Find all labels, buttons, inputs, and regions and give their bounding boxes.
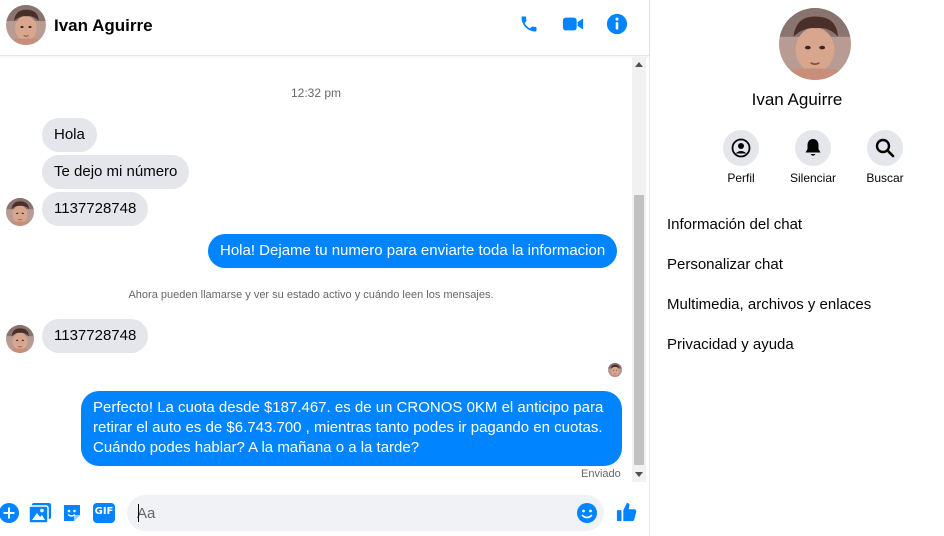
bell-icon (795, 130, 831, 166)
read-receipt-avatar (608, 363, 622, 377)
gif-icon[interactable]: GIF (93, 502, 115, 524)
chat-header: Ivan Aguirre (0, 0, 649, 56)
search-label: Buscar (866, 171, 904, 185)
profile-label: Perfil (727, 171, 755, 185)
incoming-message[interactable]: Te dejo mi número (42, 155, 190, 189)
search-icon (867, 130, 903, 166)
info-icon[interactable] (605, 12, 629, 36)
video-camera-icon[interactable] (561, 12, 585, 36)
info-contact-name: Ivan Aguirre (751, 90, 843, 109)
menu-chat-info[interactable]: Información del chat (667, 216, 802, 233)
message-input[interactable] (137, 495, 567, 531)
composer: GIF (0, 490, 649, 536)
message-line: Cuándo podes hablar? A la mañana o a la … (93, 439, 420, 456)
message-line: retirar el auto es de $6.743.700 , mient… (93, 419, 603, 436)
emoji-icon[interactable] (576, 502, 598, 524)
contact-avatar[interactable] (6, 5, 46, 45)
mute-label: Silenciar (789, 171, 837, 185)
thumbs-up-icon[interactable] (616, 501, 638, 523)
sent-status: Enviado (581, 468, 621, 480)
message-input-box[interactable] (127, 495, 604, 531)
message-timestamp: 12:32 pm (290, 86, 342, 100)
mute-button[interactable]: Silenciar (777, 130, 849, 185)
scroll-down-arrow[interactable] (632, 468, 646, 482)
text-caret (138, 504, 139, 522)
search-button[interactable]: Buscar (849, 130, 921, 185)
message-list[interactable]: 12:32 pm Hola Te dejo mi número 11377287… (0, 57, 649, 485)
incoming-message[interactable]: Hola (42, 118, 97, 152)
incoming-message[interactable]: 1137728748 (42, 192, 149, 226)
scroll-up-arrow[interactable] (632, 57, 646, 71)
profile-button[interactable]: Perfil (705, 130, 777, 185)
plus-icon[interactable] (0, 502, 20, 524)
profile-icon (723, 130, 759, 166)
info-avatar[interactable] (779, 8, 851, 80)
system-notice: Ahora pueden llamarse y ver su estado ac… (128, 289, 494, 301)
conversation-info-panel: Ivan Aguirre Perfil Silenciar Buscar Inf… (650, 0, 944, 536)
menu-media-files-links[interactable]: Multimedia, archivos y enlaces (667, 296, 871, 313)
outgoing-message[interactable]: Perfecto! La cuota desde $187.467. es de… (81, 391, 622, 466)
menu-customize-chat[interactable]: Personalizar chat (667, 256, 783, 273)
scrollbar[interactable] (632, 57, 646, 482)
sticker-icon[interactable] (61, 502, 83, 524)
contact-avatar-small (6, 198, 34, 226)
gif-label: GIF (94, 506, 114, 517)
phone-icon[interactable] (517, 12, 541, 36)
image-icon[interactable] (29, 502, 51, 524)
contact-name[interactable]: Ivan Aguirre (54, 16, 153, 36)
incoming-message[interactable]: 1137728748 (42, 319, 149, 353)
contact-avatar-small (6, 325, 34, 353)
chat-pane: Ivan Aguirre 12:32 pm Hola Te dejo mi nú… (0, 0, 650, 536)
message-line: Perfecto! La cuota desde $187.467. es de… (93, 399, 604, 416)
menu-privacy-help[interactable]: Privacidad y ayuda (667, 336, 794, 353)
scroll-thumb[interactable] (634, 195, 644, 465)
outgoing-message[interactable]: Hola! Dejame tu numero para enviarte tod… (208, 234, 618, 268)
